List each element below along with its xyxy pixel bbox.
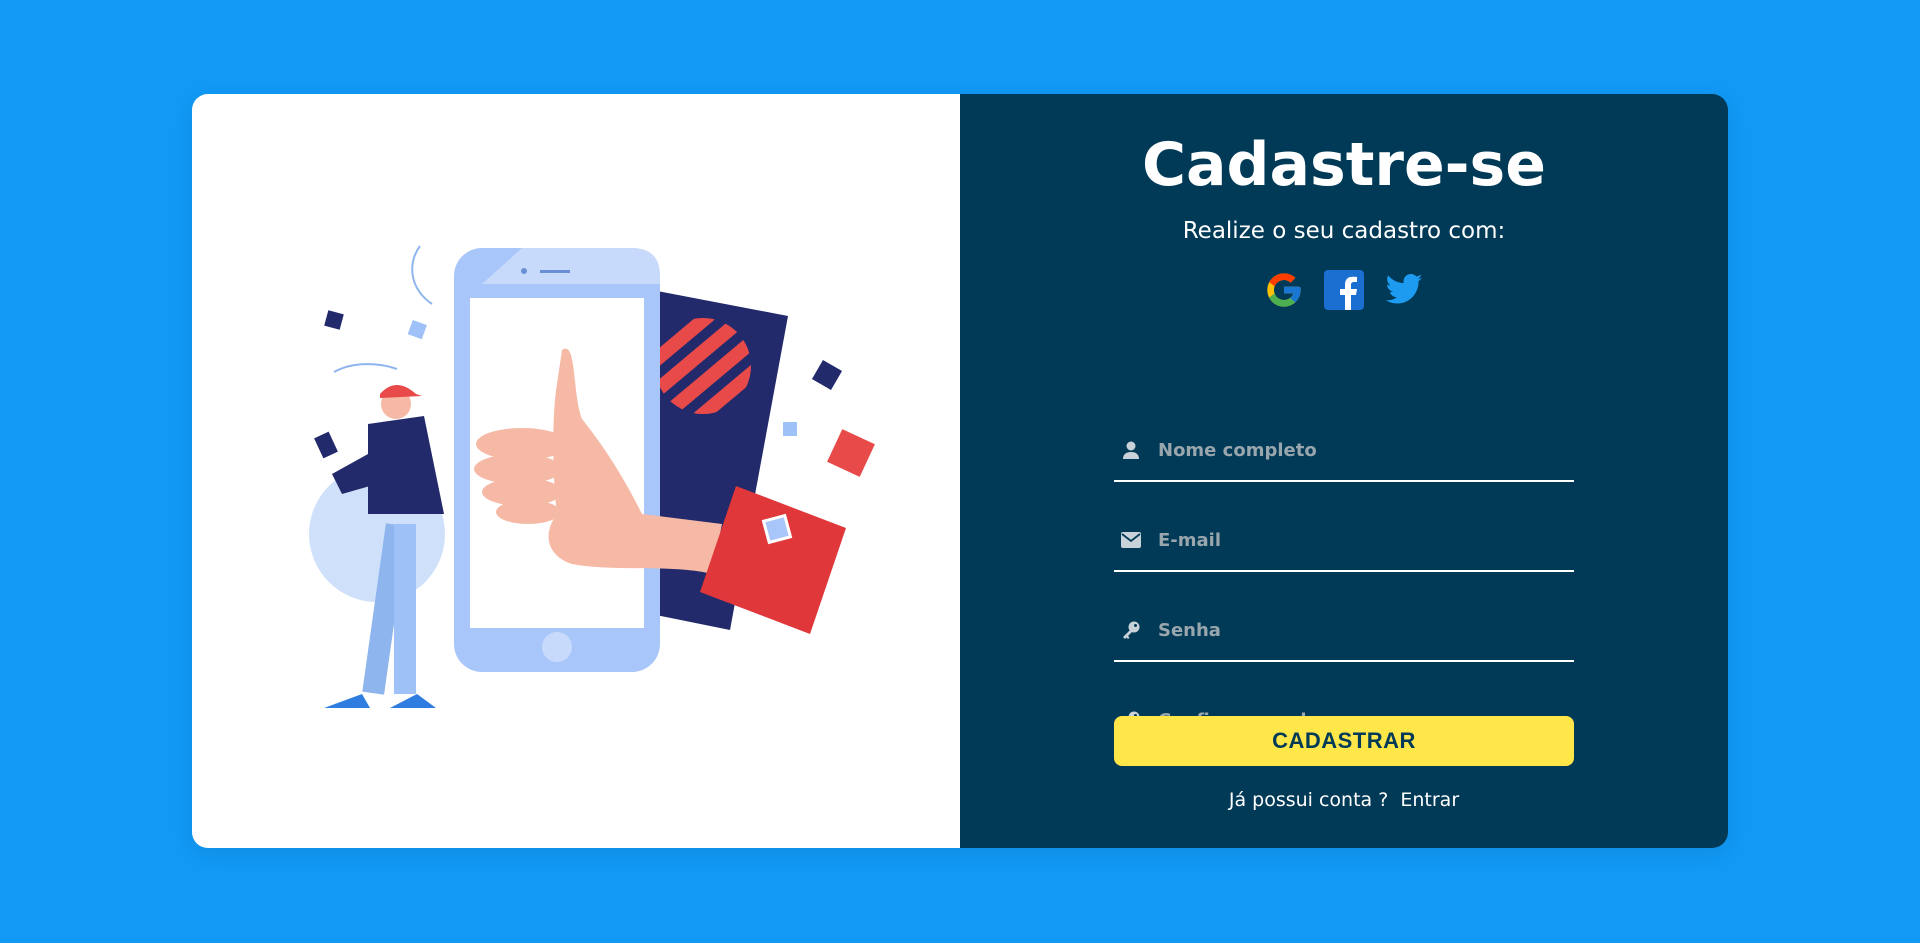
email-field — [1114, 510, 1574, 572]
page-title: Cadastre-se — [1142, 130, 1546, 200]
name-field — [1114, 420, 1574, 482]
password-input[interactable] — [1158, 619, 1574, 641]
illustration-panel — [192, 94, 960, 848]
key-icon — [1120, 619, 1142, 641]
google-icon — [1267, 273, 1301, 307]
login-prompt-text: Já possui conta ? — [1228, 789, 1389, 811]
facebook-signup-button[interactable] — [1324, 270, 1364, 310]
signup-panel: Cadastre-se Realize o seu cadastro com: — [960, 94, 1728, 848]
name-input[interactable] — [1158, 439, 1574, 461]
facebook-icon — [1324, 270, 1364, 310]
envelope-icon — [1120, 529, 1142, 551]
login-prompt: Já possui conta ? Entrar — [960, 789, 1728, 811]
submit-signup-button[interactable]: CADASTRAR — [1114, 716, 1574, 766]
login-link[interactable]: Entrar — [1400, 789, 1459, 811]
password-field — [1114, 600, 1574, 662]
thumbs-up-phone-illustration — [309, 245, 875, 708]
signup-subtitle: Realize o seu cadastro com: — [1182, 218, 1506, 244]
google-signup-button[interactable] — [1264, 270, 1304, 310]
user-icon — [1120, 439, 1142, 461]
signup-card: Cadastre-se Realize o seu cadastro com: — [192, 94, 1728, 848]
social-signup-buttons — [960, 270, 1728, 310]
twitter-icon — [1385, 274, 1423, 304]
twitter-signup-button[interactable] — [1384, 270, 1424, 310]
email-input[interactable] — [1158, 529, 1574, 551]
